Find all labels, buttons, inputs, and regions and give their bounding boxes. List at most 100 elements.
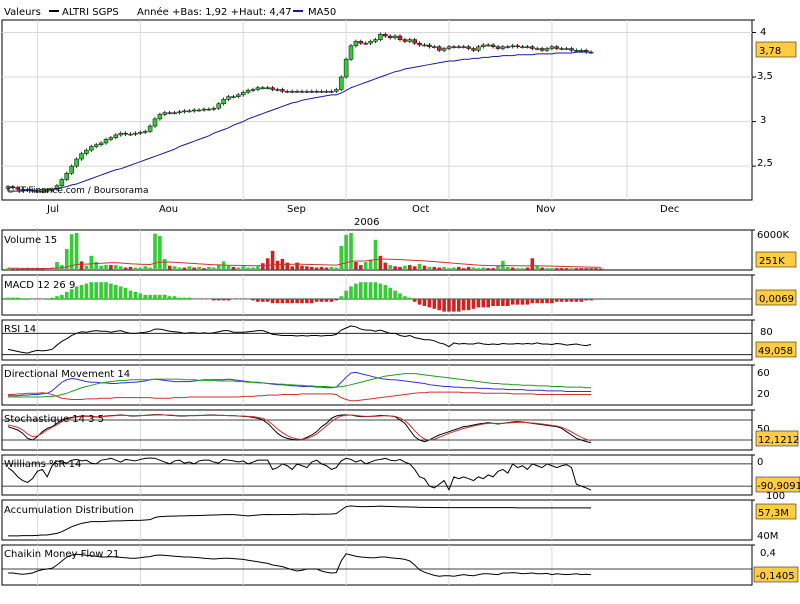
volume-bar [305, 266, 309, 270]
volume-bar [158, 236, 162, 270]
macd-bar [559, 299, 564, 302]
macd-bar [118, 286, 123, 299]
volume-bar [408, 265, 412, 270]
macd-bar [60, 294, 64, 299]
volume-bar [510, 267, 515, 270]
macd-bar [501, 299, 505, 306]
candle-body [294, 91, 300, 93]
volume-bar [192, 267, 196, 270]
volume-bar [349, 233, 353, 270]
candle-body [216, 103, 221, 109]
volume-bar [285, 262, 290, 270]
candle-body [133, 132, 138, 135]
volume-bar [69, 234, 74, 270]
volume-bar [300, 265, 304, 270]
macd-bar [153, 294, 157, 299]
volume-bar [187, 266, 192, 270]
accdist-y-tick: 40M [757, 531, 778, 542]
candle-body [74, 158, 79, 167]
volume-bar [427, 266, 432, 270]
macd-bar [442, 299, 446, 312]
volume-bar [457, 266, 461, 270]
candle-body [236, 94, 241, 97]
macd-bar [589, 299, 593, 301]
macd-bar [412, 299, 417, 302]
volume-bar [339, 245, 343, 270]
candle-body [59, 179, 65, 186]
volume-bar [114, 265, 118, 270]
volume-bar [461, 268, 466, 270]
accdist-last-value: 57,3M [758, 508, 789, 519]
candle-body [138, 132, 143, 134]
volume-bar [481, 267, 486, 270]
macd-bar [359, 282, 363, 299]
macd-bar [564, 299, 569, 302]
candle-body [157, 114, 163, 120]
volume-bar [11, 268, 15, 270]
macd-last-value: 0,0069 [759, 294, 794, 305]
macd-bar [344, 290, 348, 299]
candle-body [574, 50, 579, 52]
candle-body [304, 91, 310, 93]
macd-bar [525, 299, 530, 305]
volume-bar [84, 265, 89, 270]
macd-bar [378, 283, 383, 299]
macd-bar [55, 296, 59, 299]
volume-bar [236, 267, 241, 270]
candle-body [387, 35, 393, 39]
macd-bar [275, 299, 280, 304]
macd-bar [163, 294, 167, 299]
x-tick-jul: Jul [46, 204, 59, 215]
candle-body [343, 58, 349, 78]
macd-bar [50, 297, 54, 299]
volume-bar [378, 255, 383, 270]
macd-bar [393, 290, 397, 299]
stock-chart: Valeurs ALTRI SGPS Année +Bas: 1,92 +Hau… [0, 0, 800, 600]
volume-bar [55, 261, 59, 270]
macd-bar [486, 299, 490, 308]
candle-body [422, 44, 427, 47]
candle-body [64, 173, 70, 180]
macd-bar [261, 299, 265, 302]
candle-body [383, 34, 388, 37]
volume-bar [403, 265, 407, 270]
volume-bar [275, 260, 280, 270]
macd-bar [584, 299, 588, 301]
macd-bar [148, 294, 152, 299]
candle-body [329, 91, 334, 93]
volume-bar [599, 268, 603, 270]
volume-bar [422, 265, 427, 270]
candle-body [324, 91, 329, 93]
candle-body [451, 46, 457, 48]
candle-body [412, 39, 417, 44]
macd-bar [212, 299, 216, 301]
candle-body [162, 112, 168, 115]
candle-body [520, 46, 525, 48]
volume-bar [172, 266, 177, 270]
macd-bar [334, 299, 339, 301]
volume-bar [442, 266, 446, 270]
x-tick-sep: Sep [287, 204, 306, 215]
legend-range: Année +Bas: 1,92 +Haut: 4,47 [137, 6, 292, 18]
volume-bar [398, 266, 402, 270]
williams-title: Williams %R 14 [4, 459, 81, 470]
legend-ma-label: MA50 [308, 7, 336, 18]
volume-bar [574, 268, 579, 270]
macd-bar [84, 283, 89, 299]
macd-bar [305, 299, 309, 304]
volume-bar [452, 267, 456, 270]
candle-body [231, 96, 236, 98]
volume-bar [167, 265, 172, 270]
macd-bar [104, 282, 108, 299]
candle-body [182, 110, 187, 113]
candle-body [417, 42, 422, 46]
candle-body [432, 46, 437, 48]
macd-bar [383, 285, 388, 299]
volume-bar [569, 268, 574, 270]
volume-bar [584, 268, 588, 270]
macd-bar [452, 299, 456, 312]
candle-body [564, 48, 569, 50]
candle-body [392, 35, 398, 39]
volume-bar [515, 268, 520, 270]
volume-bar [388, 265, 392, 270]
